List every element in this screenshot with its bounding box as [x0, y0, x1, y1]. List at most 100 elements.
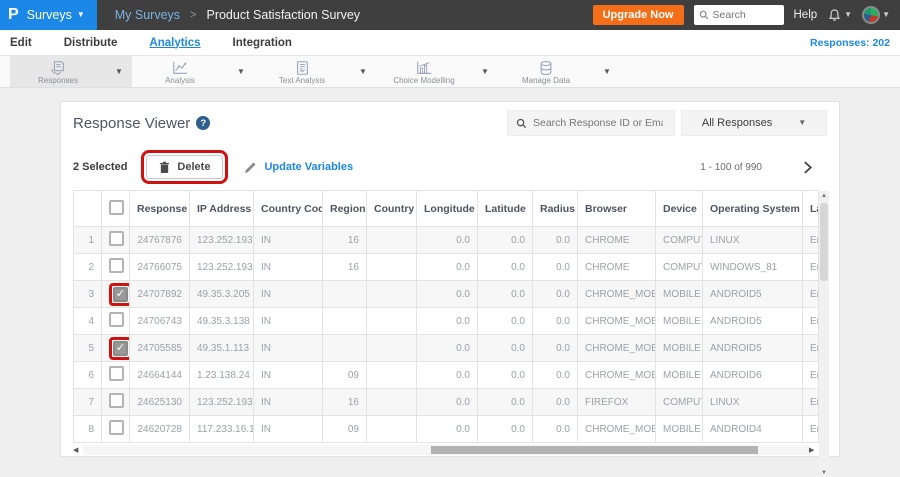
tab-analytics[interactable]: Analytics: [149, 37, 200, 49]
breadcrumb-my-surveys[interactable]: My Surveys: [115, 8, 180, 22]
response-id-link[interactable]: 24706743: [129, 307, 190, 335]
upgrade-now-button[interactable]: Upgrade Now: [592, 5, 684, 25]
column-header-radius[interactable]: Radius: [532, 190, 578, 227]
analysis-dropdown-caret[interactable]: ▼: [228, 56, 254, 87]
topbar-right-controls: Upgrade Now Help ▼ ▼: [592, 0, 900, 30]
row-checkbox[interactable]: ✓: [113, 340, 128, 356]
cell-browser: CHROME_MOBILE: [577, 280, 656, 308]
cell-language: Eng: [802, 334, 819, 362]
column-header-country_code[interactable]: Country Code: [253, 190, 323, 227]
cell-os: ANDROID5: [702, 307, 803, 335]
response-id-link[interactable]: 24620728: [129, 415, 190, 443]
notifications-menu[interactable]: ▼: [827, 8, 852, 23]
text-analysis-dropdown-caret[interactable]: ▼: [350, 56, 376, 87]
cell-latitude: 0.0: [477, 361, 533, 389]
column-header-os[interactable]: Operating System: [702, 190, 803, 227]
scroll-right-arrow-icon[interactable]: ▶: [809, 446, 819, 454]
responses-filter-dropdown[interactable]: All Responses ▼: [681, 110, 827, 136]
cell-country: [366, 307, 417, 335]
cell-device: COMPUTER: [655, 253, 703, 281]
brand-area[interactable]: P Surveys ▼: [0, 0, 97, 30]
column-header-latitude[interactable]: Latitude: [477, 190, 533, 227]
horizontal-scrollbar-thumb[interactable]: [431, 445, 759, 454]
column-header-country[interactable]: Country: [366, 190, 417, 227]
select-all-checkbox[interactable]: [109, 199, 124, 215]
cell-radius: 0.0: [532, 307, 578, 335]
column-header-longitude[interactable]: Longitude: [416, 190, 478, 227]
cell-country_code: IN: [253, 415, 323, 443]
help-link[interactable]: Help: [794, 9, 818, 21]
tab-integration[interactable]: Integration: [233, 37, 292, 49]
global-search-input[interactable]: [712, 9, 777, 21]
responses-dropdown-caret[interactable]: ▼: [106, 56, 132, 87]
selected-count-label: 2 Selected: [73, 161, 128, 173]
choice-modelling-dropdown-caret[interactable]: ▼: [472, 56, 498, 87]
ribbon-tab-analysis[interactable]: Analysis: [132, 56, 228, 87]
row-checkbox[interactable]: [109, 366, 124, 381]
response-id-link[interactable]: 24664144: [129, 361, 190, 389]
ribbon-tab-manage-data[interactable]: Manage Data: [498, 56, 594, 87]
cell-language: Eng: [802, 226, 819, 254]
row-checkbox[interactable]: [109, 258, 124, 273]
response-search-input[interactable]: [533, 117, 663, 129]
breadcrumb-separator: >: [190, 9, 197, 21]
ribbon-tab-text-analysis[interactable]: Text Analysis: [254, 56, 350, 87]
response-id-link[interactable]: 24705585: [129, 334, 190, 362]
row-checkbox[interactable]: [109, 420, 124, 435]
global-search-box[interactable]: [693, 5, 784, 25]
column-header-ip[interactable]: IP Address: [189, 190, 254, 227]
row-checkbox[interactable]: [109, 231, 124, 246]
select-all-column-header: [101, 190, 130, 227]
horizontal-scrollbar-track[interactable]: [83, 444, 809, 455]
chevron-down-icon: ▼: [844, 10, 853, 19]
response-id-link[interactable]: 24767876: [129, 226, 190, 254]
column-header-browser[interactable]: Browser: [577, 190, 656, 227]
cell-latitude: 0.0: [477, 334, 533, 362]
bell-icon: [829, 8, 841, 21]
help-tooltip-icon[interactable]: ?: [196, 116, 211, 130]
cell-radius: 0.0: [532, 226, 578, 254]
ribbon-tab-responses[interactable]: Responses: [10, 56, 106, 87]
row-select-cell: [101, 226, 130, 254]
tab-edit[interactable]: Edit: [10, 37, 32, 49]
responses-table: Response ID▲IP AddressCountry CodeRegion…: [73, 190, 819, 443]
response-id-link[interactable]: 24766075: [129, 253, 190, 281]
scroll-left-arrow-icon[interactable]: ◀: [73, 446, 83, 454]
vertical-scrollbar[interactable]: ▲ ▼: [819, 191, 829, 477]
cell-country_code: IN: [253, 226, 323, 254]
column-header-language[interactable]: Lan: [802, 190, 819, 227]
delete-button[interactable]: Delete: [146, 155, 224, 179]
manage-data-dropdown-caret[interactable]: ▼: [594, 56, 620, 87]
column-header-response_id[interactable]: Response ID▲: [129, 190, 190, 227]
row-checkbox[interactable]: [109, 312, 124, 327]
row-select-cell: ✓: [101, 280, 130, 308]
horizontal-scrollbar[interactable]: ◀ ▶: [73, 443, 819, 456]
column-header-region[interactable]: Region: [322, 190, 367, 227]
vertical-scrollbar-thumb[interactable]: [820, 203, 828, 281]
tab-distribute[interactable]: Distribute: [64, 37, 118, 49]
row-checkbox[interactable]: ✓: [113, 286, 128, 302]
account-menu[interactable]: ▼: [862, 6, 890, 24]
response-id-link[interactable]: 24707892: [129, 280, 190, 308]
row-checkbox[interactable]: [109, 393, 124, 408]
surveys-product-menu[interactable]: Surveys ▼: [27, 8, 85, 22]
cell-device: COMPUTER: [655, 226, 703, 254]
page-title: Response Viewer ?: [73, 115, 211, 132]
cell-region: 09: [322, 415, 367, 443]
column-header-device[interactable]: Device: [655, 190, 703, 227]
cell-language: Eng: [802, 280, 819, 308]
update-variables-button[interactable]: Update Variables: [244, 161, 353, 174]
next-page-button[interactable]: [802, 160, 813, 174]
row-number: 4: [73, 307, 102, 335]
row-number-column-header: [73, 190, 102, 227]
cell-ip: 49.35.3.138: [189, 307, 254, 335]
scroll-up-arrow-icon[interactable]: ▲: [821, 191, 827, 201]
responses-count-badge[interactable]: Responses: 202: [810, 37, 890, 49]
ribbon-tab-choice-modelling[interactable]: Choice Modelling: [376, 56, 472, 87]
ribbon-group-responses: Responses ▼: [10, 56, 132, 87]
response-id-link[interactable]: 24625130: [129, 388, 190, 416]
trash-icon: [160, 161, 170, 173]
cell-device: MOBILE: [655, 307, 703, 335]
scroll-down-arrow-icon[interactable]: ▼: [821, 468, 827, 477]
response-search-box[interactable]: [507, 110, 675, 136]
